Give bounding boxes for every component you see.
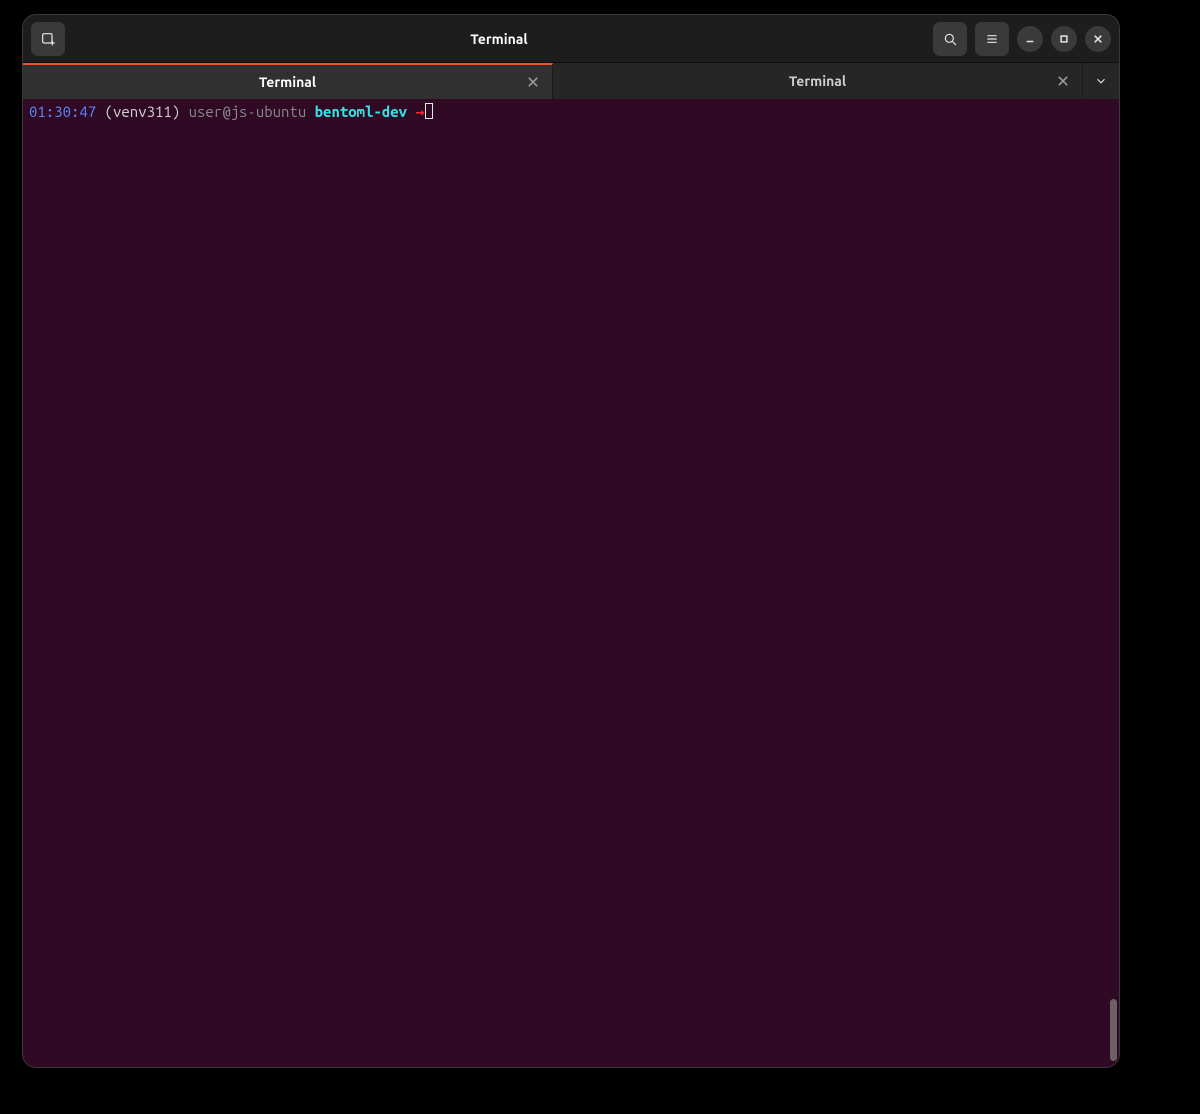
close-button[interactable] [1085, 26, 1111, 52]
tab-label: Terminal [553, 73, 1082, 89]
chevron-down-icon [1094, 74, 1108, 88]
close-icon [528, 77, 538, 87]
prompt-line: 01:30:47 (venv311) user@js-ubuntu bentom… [29, 103, 1113, 121]
maximize-icon [1059, 34, 1069, 44]
prompt-venv: (venv311) [105, 103, 181, 120]
titlebar: Terminal [23, 15, 1119, 63]
tabbar: Terminal Terminal [23, 63, 1119, 99]
tab-dropdown-button[interactable] [1083, 63, 1119, 99]
tab-2[interactable]: Terminal [553, 63, 1083, 99]
prompt-cwd: bentoml-dev [315, 103, 407, 120]
tab-close-button[interactable] [524, 73, 542, 91]
window-title: Terminal [65, 31, 933, 47]
menu-button[interactable] [975, 22, 1009, 56]
close-icon [1093, 34, 1103, 44]
new-tab-button[interactable] [31, 22, 65, 56]
minimize-icon [1025, 34, 1035, 44]
cursor [425, 103, 433, 119]
scrollbar[interactable] [1110, 999, 1117, 1061]
hamburger-icon [984, 31, 1000, 47]
new-tab-icon [40, 31, 56, 47]
terminal-body[interactable]: 01:30:47 (venv311) user@js-ubuntu bentom… [23, 99, 1119, 1067]
search-icon [942, 31, 958, 47]
terminal-window: Terminal [22, 14, 1120, 1068]
maximize-button[interactable] [1051, 26, 1077, 52]
prompt-user-host: user@js-ubuntu [189, 103, 307, 120]
prompt-time: 01:30:47 [29, 103, 96, 120]
tab-close-button[interactable] [1054, 72, 1072, 90]
minimize-button[interactable] [1017, 26, 1043, 52]
tab-label: Terminal [23, 74, 552, 90]
prompt-arrow: → [415, 103, 424, 120]
tab-1[interactable]: Terminal [23, 63, 553, 99]
close-icon [1058, 76, 1068, 86]
search-button[interactable] [933, 22, 967, 56]
